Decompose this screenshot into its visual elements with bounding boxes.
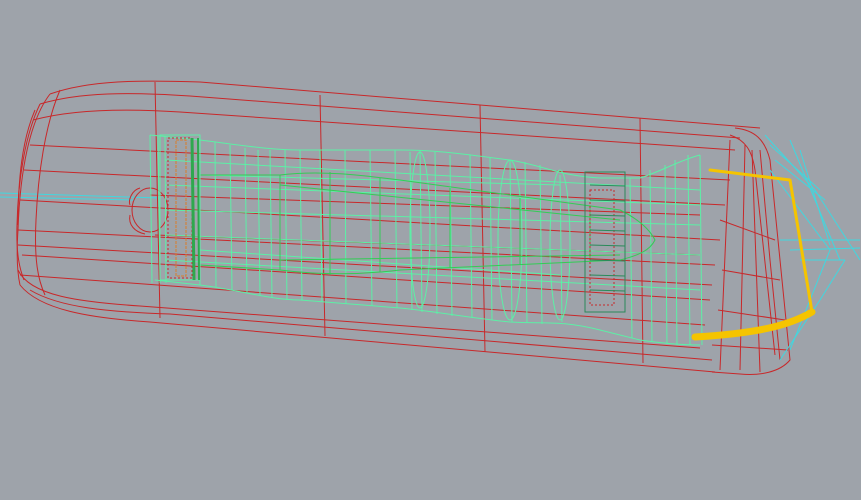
rear-stage-detail — [584, 171, 626, 313]
inner-structure-wireframe[interactable] — [149, 134, 703, 346]
wireframe-canvas[interactable] — [0, 0, 861, 500]
rhino-viewport[interactable] — [0, 0, 861, 500]
